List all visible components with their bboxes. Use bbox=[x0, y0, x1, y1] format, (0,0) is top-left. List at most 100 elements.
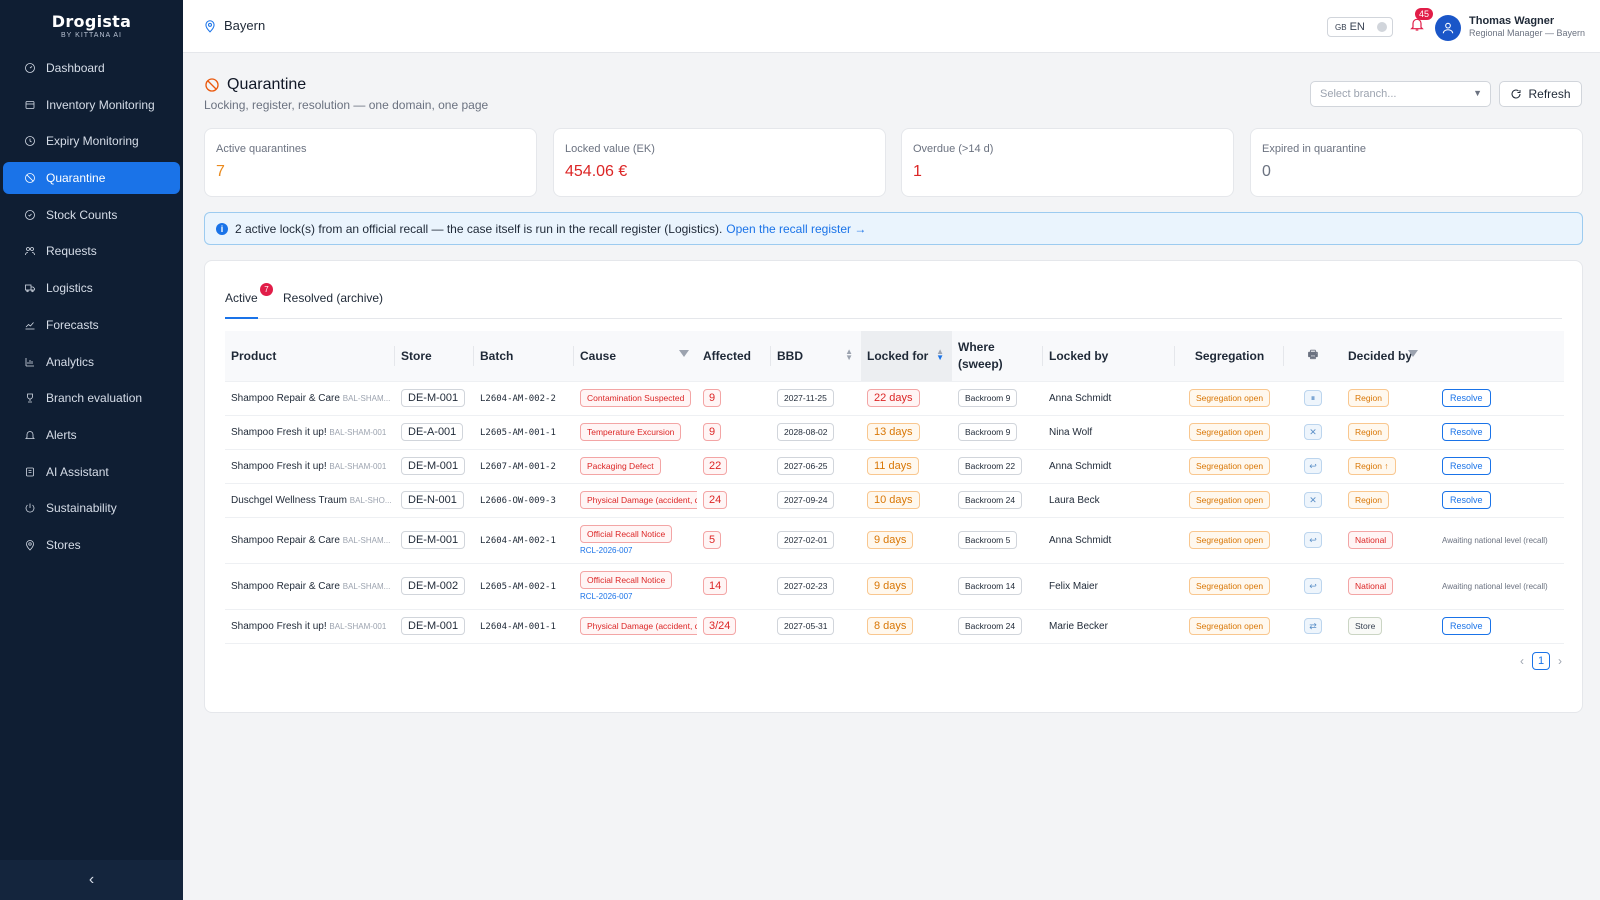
table-row[interactable]: Shampoo Fresh it up! BAL-SHAM-001 DE-A-00… bbox=[225, 415, 1564, 450]
col-cause[interactable]: Cause bbox=[574, 331, 697, 382]
cell-where: Backroom 22 bbox=[952, 449, 1043, 484]
sidebar-item-branch-evaluation[interactable]: Branch evaluation bbox=[3, 382, 180, 414]
col-action-icon[interactable]: 🖶 bbox=[1284, 331, 1342, 382]
col-decided-by[interactable]: Decided by bbox=[1342, 331, 1436, 382]
action-symbol-icon[interactable]: ✕ bbox=[1304, 492, 1322, 508]
cell-segregation: Segregation open bbox=[1175, 563, 1284, 610]
locked-for-days: 9 days bbox=[867, 531, 914, 549]
tab-resolved-archive[interactable]: Resolved (archive) bbox=[283, 291, 383, 319]
sidebar-item-ai-assistant[interactable]: AI Assistant bbox=[3, 456, 180, 488]
next-page-button[interactable]: › bbox=[1558, 654, 1562, 668]
col-affected[interactable]: Affected bbox=[697, 331, 771, 382]
sidebar-item-forecasts[interactable]: Forecasts bbox=[3, 309, 180, 341]
collapse-sidebar-button[interactable]: ‹ bbox=[0, 860, 183, 900]
store-badge: DE-M-001 bbox=[401, 457, 466, 475]
resolve-button[interactable]: Resolve bbox=[1442, 423, 1491, 441]
user-name[interactable]: Thomas Wagner bbox=[1469, 15, 1554, 27]
cell-locked-for: 9 days bbox=[861, 517, 952, 564]
table-row[interactable]: Shampoo Fresh it up! BAL-SHAM-001 DE-M-00… bbox=[225, 449, 1564, 484]
table-header-row: Product Store Batch Cause Affected BBD ▲ ▼… bbox=[225, 331, 1564, 382]
location-label: Bayern bbox=[224, 18, 266, 33]
col-segregation[interactable]: Segregation bbox=[1175, 331, 1284, 382]
col-bbd[interactable]: BBD ▲ ▼ bbox=[771, 331, 861, 382]
brand-logo[interactable]: Drogista BY KITTANA AI bbox=[0, 0, 183, 52]
filter-icon[interactable] bbox=[1408, 350, 1418, 357]
action-symbol-icon[interactable]: ↩ bbox=[1304, 578, 1322, 594]
location-selector[interactable]: Bayern bbox=[203, 18, 265, 33]
sidebar-item-alerts[interactable]: Alerts bbox=[3, 419, 180, 451]
cause-tag: Packaging Defect bbox=[580, 457, 661, 475]
stat-card-locked-value-ek: Locked value (EK) 454.06 € bbox=[553, 128, 886, 197]
recall-reference-link[interactable]: RCL-2026-007 bbox=[580, 592, 691, 601]
stat-label: Expired in quarantine bbox=[1262, 143, 1366, 155]
tab-active[interactable]: Active 7 bbox=[225, 283, 273, 319]
sort-icon[interactable]: ▲ ▼ bbox=[845, 348, 853, 362]
sidebar-item-logistics[interactable]: Logistics bbox=[3, 272, 180, 304]
col-batch[interactable]: Batch bbox=[474, 331, 574, 382]
cell-segregation: Segregation open bbox=[1175, 483, 1284, 518]
table-row[interactable]: Shampoo Fresh it up! BAL-SHAM-001 DE-M-00… bbox=[225, 609, 1564, 644]
open-recall-register-link[interactable]: Open the recall register → bbox=[726, 222, 866, 236]
sidebar-item-stock-counts[interactable]: Stock Counts bbox=[3, 199, 180, 231]
cell-actions: Awaiting national level (recall) bbox=[1436, 563, 1564, 610]
page-1-button[interactable]: 1 bbox=[1532, 652, 1550, 670]
col-locked-for[interactable]: Locked for ▲ ▼ bbox=[861, 331, 952, 382]
language-switcher[interactable]: GB EN bbox=[1327, 17, 1393, 37]
table-row[interactable]: Shampoo Repair & Care BAL-SHAM... DE-M-00… bbox=[225, 563, 1564, 610]
col-locked-by[interactable]: Locked by bbox=[1043, 331, 1175, 382]
sidebar-item-inventory-monitoring[interactable]: Inventory Monitoring bbox=[3, 89, 180, 121]
sidebar-item-quarantine[interactable]: Quarantine bbox=[3, 162, 180, 195]
col-product[interactable]: Product bbox=[225, 331, 395, 382]
sort-icon[interactable]: ▲ ▼ bbox=[936, 348, 944, 362]
bbd-date: 2027-02-23 bbox=[777, 577, 835, 595]
product-name: Shampoo Repair & Care bbox=[231, 392, 340, 404]
cell-segregation: Segregation open bbox=[1175, 517, 1284, 564]
batch-code: L2607-AM-001-2 bbox=[480, 461, 556, 472]
cell-locked-by: Felix Maier bbox=[1043, 563, 1175, 610]
refresh-button[interactable]: Refresh bbox=[1499, 81, 1582, 107]
action-symbol-icon[interactable]: ✕ bbox=[1304, 424, 1322, 440]
table-row[interactable]: Shampoo Repair & Care BAL-SHAM... DE-M-00… bbox=[225, 381, 1564, 416]
table-row[interactable]: Shampoo Repair & Care BAL-SHAM... DE-M-00… bbox=[225, 517, 1564, 564]
page-title-text: Quarantine bbox=[227, 76, 307, 93]
resolve-button[interactable]: Resolve bbox=[1442, 491, 1491, 509]
cell-store: DE-M-001 bbox=[395, 449, 474, 484]
action-symbol-icon[interactable]: ⏸ bbox=[1304, 390, 1322, 406]
cell-locked-by: Nina Wolf bbox=[1043, 415, 1175, 450]
branch-select[interactable]: Select branch... ▼ bbox=[1310, 81, 1491, 107]
recall-reference-link[interactable]: RCL-2026-007 bbox=[580, 546, 691, 555]
resolve-button[interactable]: Resolve bbox=[1442, 389, 1491, 407]
prev-page-button[interactable]: ‹ bbox=[1520, 654, 1524, 668]
cell-product: Shampoo Repair & Care BAL-SHAM... bbox=[225, 381, 395, 416]
col-segregation-label: Segregation bbox=[1194, 348, 1265, 363]
sidebar-item-requests[interactable]: Requests bbox=[3, 235, 180, 267]
action-symbol-icon[interactable]: ↩ bbox=[1304, 532, 1322, 548]
cell-locked-for: 13 days bbox=[861, 415, 952, 450]
locked-for-days: 13 days bbox=[867, 423, 920, 441]
sidebar-item-analytics[interactable]: Analytics bbox=[3, 346, 180, 378]
table-row[interactable]: Duschgel Wellness Traum BAL-SHO... DE-N-0… bbox=[225, 483, 1564, 518]
trend-icon bbox=[23, 318, 37, 332]
action-symbol-icon[interactable]: ↩ bbox=[1304, 458, 1322, 474]
cell-product: Shampoo Fresh it up! BAL-SHAM-001 bbox=[225, 609, 395, 644]
decided-by-tag: Region ↑ bbox=[1348, 457, 1396, 475]
cell-bbd: 2027-09-24 bbox=[771, 483, 861, 518]
action-symbol-icon[interactable]: ⇄ bbox=[1304, 618, 1322, 634]
resolve-button[interactable]: Resolve bbox=[1442, 617, 1491, 635]
sidebar-item-dashboard[interactable]: Dashboard bbox=[3, 52, 180, 84]
filter-icon[interactable] bbox=[679, 350, 689, 357]
cell-actions: Resolve bbox=[1436, 415, 1564, 450]
cell-decided-by: Region bbox=[1342, 381, 1436, 416]
avatar[interactable] bbox=[1435, 15, 1461, 41]
col-store[interactable]: Store bbox=[395, 331, 474, 382]
sidebar: Drogista BY KITTANA AI Dashboard Inventor… bbox=[0, 0, 183, 900]
sidebar-item-expiry-monitoring[interactable]: Expiry Monitoring bbox=[3, 125, 180, 157]
quarantine-table: Product Store Batch Cause Affected BBD ▲ ▼… bbox=[225, 331, 1564, 644]
sidebar-item-sustainability[interactable]: Sustainability bbox=[3, 492, 180, 524]
col-where[interactable]: Where (sweep) bbox=[952, 331, 1043, 382]
batch-code: L2604-AM-001-1 bbox=[480, 621, 556, 632]
locked-for-days: 9 days bbox=[867, 577, 914, 595]
cell-store: DE-A-001 bbox=[395, 415, 474, 450]
sidebar-item-stores[interactable]: Stores bbox=[3, 529, 180, 561]
resolve-button[interactable]: Resolve bbox=[1442, 457, 1491, 475]
